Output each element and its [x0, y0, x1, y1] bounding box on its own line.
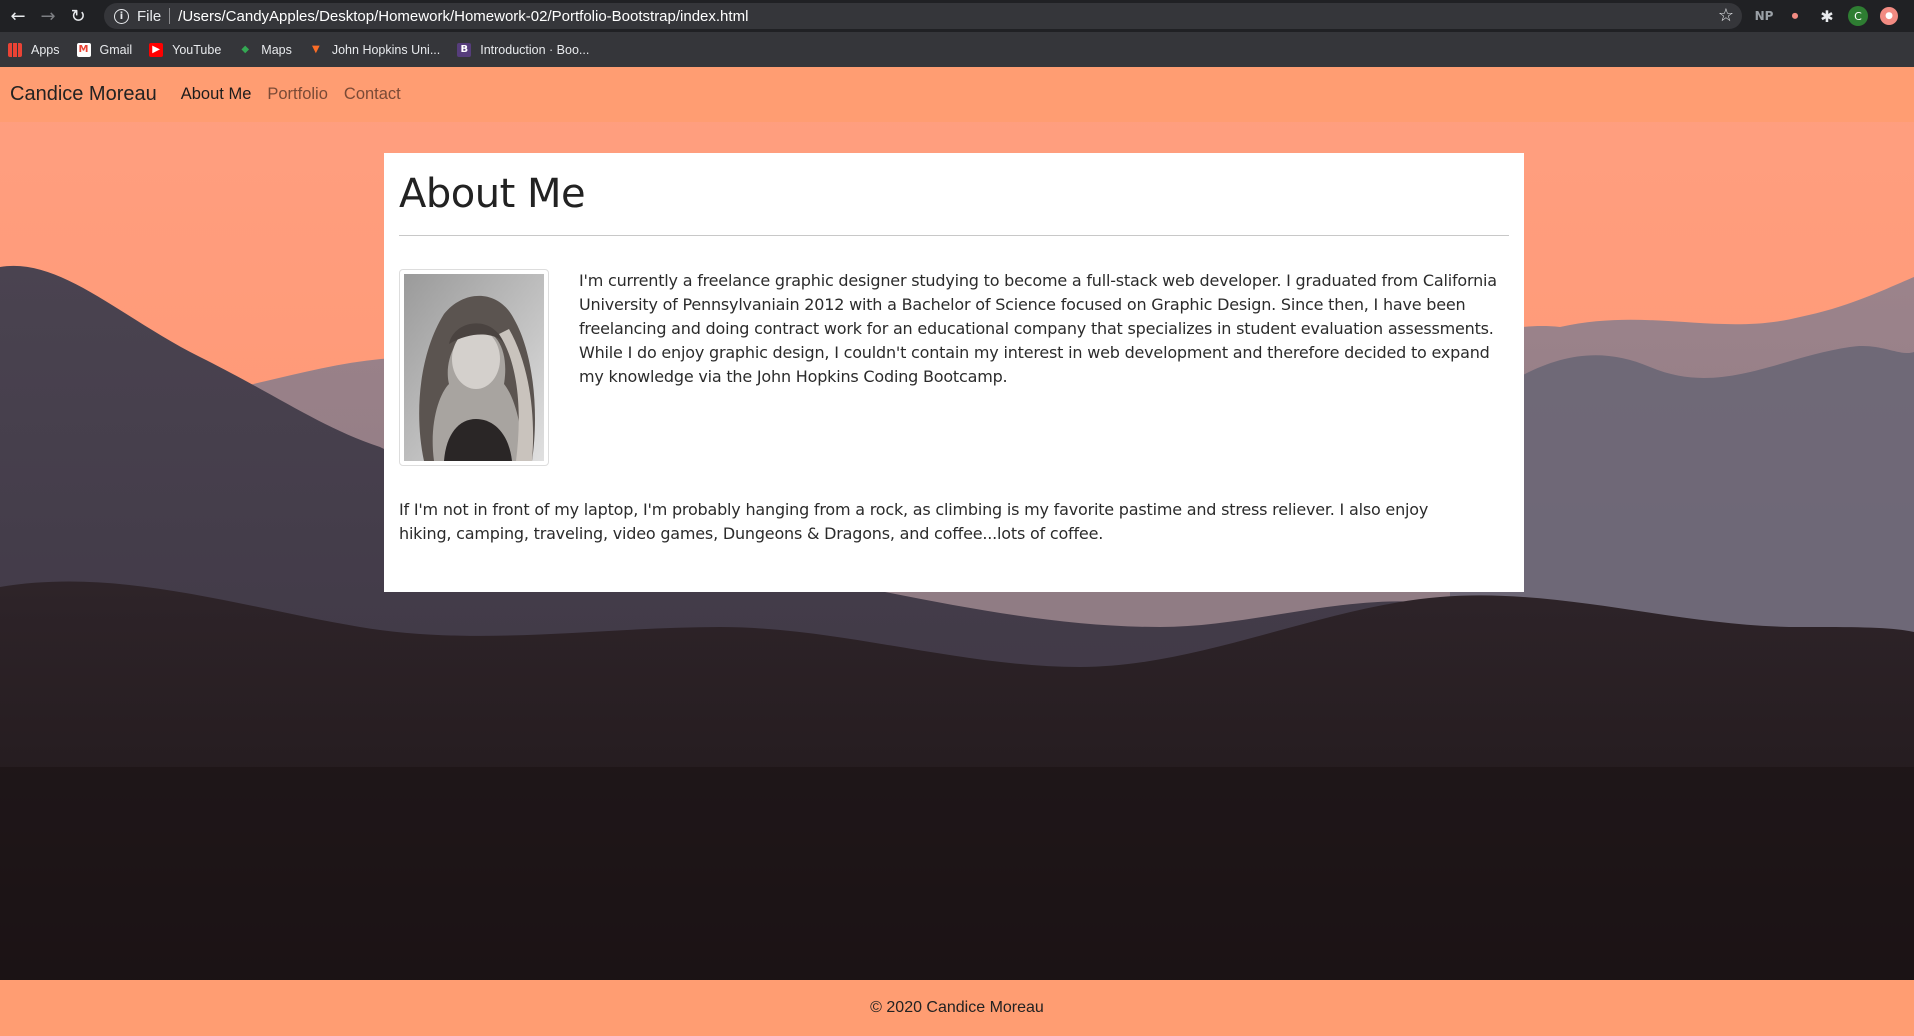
record-extension-icon[interactable]: ⏺ — [1784, 6, 1806, 26]
nav-link-portfolio[interactable]: Portfolio — [267, 85, 328, 104]
extensions-puzzle-icon[interactable]: ✱ — [1816, 6, 1838, 26]
arrow-left-icon: ← — [10, 5, 26, 27]
bookmarks-bar: Apps M Gmail ▶ YouTube ◆ Maps ▼ John Hopkins… — [0, 32, 1914, 67]
gmail-icon: M — [76, 42, 91, 57]
bookmark-john-hopkins[interactable]: ▼ John Hopkins Uni... — [309, 43, 440, 57]
portrait-image — [404, 274, 544, 461]
arrow-right-icon: → — [40, 5, 56, 27]
page-title: About Me — [399, 171, 586, 217]
reload-icon: ↻ — [70, 5, 86, 27]
bookmark-youtube[interactable]: ▶ YouTube — [149, 42, 221, 57]
about-card: About Me I'm currently a freelance graph… — [384, 153, 1524, 592]
url-text[interactable]: /Users/CandyApples/Desktop/Homework/Home… — [178, 8, 748, 25]
address-bar[interactable]: i File /Users/CandyApples/Desktop/Homewo… — [104, 3, 1742, 29]
back-button[interactable]: ← — [6, 4, 30, 28]
forward-button[interactable]: → — [36, 4, 60, 28]
profile-photo — [399, 269, 549, 466]
footer-copyright: © 2020 Candice Moreau — [870, 999, 1044, 1016]
web-page: Candice Moreau About Me Portfolio Contac… — [0, 67, 1914, 1036]
site-brand[interactable]: Candice Moreau — [10, 83, 157, 106]
url-scheme-label: File — [137, 7, 162, 25]
url-separator — [169, 8, 171, 24]
bookmark-star-icon[interactable]: ☆ — [1718, 5, 1734, 26]
hobbies-paragraph: If I'm not in front of my laptop, I'm pr… — [399, 500, 1429, 543]
bookmark-maps[interactable]: ◆ Maps — [238, 43, 291, 57]
info-icon[interactable]: i — [114, 8, 129, 24]
extension-badge-icon[interactable]: ● — [1880, 7, 1898, 25]
apps-grid-icon — [8, 42, 22, 57]
title-divider — [399, 235, 1509, 236]
bookmark-gmail[interactable]: M Gmail — [76, 42, 132, 57]
bookmark-apps[interactable]: Apps — [8, 42, 60, 57]
youtube-icon: ▶ — [149, 42, 164, 57]
browser-toolbar: ← → ↻ i File /Users/CandyApples/Desktop/… — [0, 0, 1914, 32]
about-row: I'm currently a freelance graphic design… — [399, 269, 1509, 466]
nav-link-about-me[interactable]: About Me — [181, 85, 252, 104]
gitlab-icon: ▼ — [312, 44, 320, 55]
bootstrap-icon: B — [457, 42, 472, 57]
site-footer: © 2020 Candice Moreau — [0, 980, 1914, 1036]
bookmark-bootstrap[interactable]: B Introduction · Boo... — [457, 42, 589, 57]
nav-link-contact[interactable]: Contact — [344, 85, 401, 104]
site-navbar: Candice Moreau About Me Portfolio Contac… — [0, 67, 1914, 122]
maps-icon: ◆ — [241, 44, 250, 55]
reload-button[interactable]: ↻ — [66, 4, 90, 28]
bio-paragraph: I'm currently a freelance graphic design… — [579, 271, 1497, 386]
profile-avatar[interactable]: C — [1848, 6, 1868, 26]
np-extension-icon[interactable]: NP — [1754, 6, 1774, 26]
